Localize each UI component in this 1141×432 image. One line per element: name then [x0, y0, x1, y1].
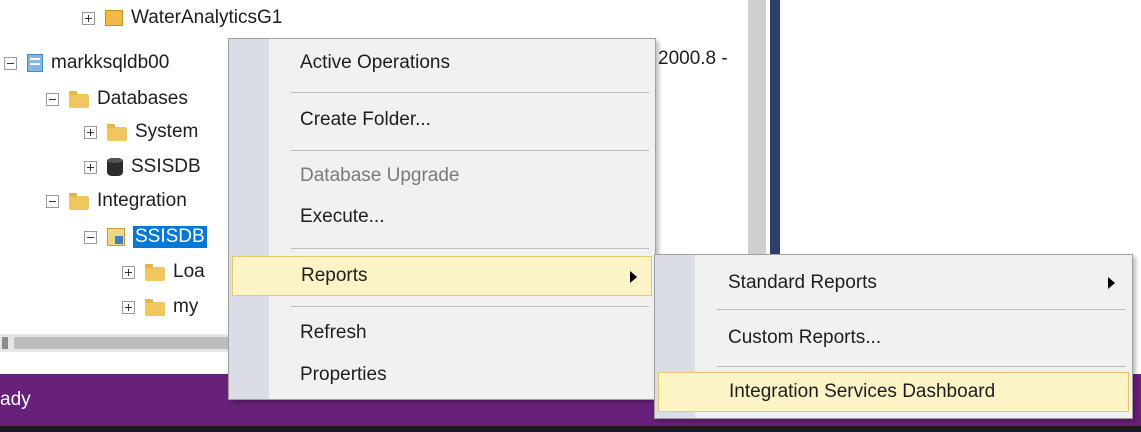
- tree-node-databases[interactable]: Databases: [46, 84, 188, 114]
- tree-node-label: Integration: [97, 190, 187, 211]
- tree-node-wateranalytics[interactable]: WaterAnalyticsG1: [82, 3, 282, 33]
- tree-node-label: System: [135, 121, 199, 142]
- tree-node-ssisdb-database[interactable]: SSISDB: [84, 152, 201, 182]
- folder-icon: [145, 298, 165, 316]
- folder-icon: [69, 90, 89, 108]
- menu-item-standard-reports[interactable]: Standard Reports: [658, 263, 1129, 303]
- menu-separator: [717, 309, 1126, 310]
- server-version-text: 2000.8 -: [658, 48, 728, 69]
- expand-icon[interactable]: [84, 160, 97, 174]
- tree-node-label: SSISDB: [131, 156, 201, 177]
- analysis-server-icon: [105, 10, 123, 26]
- menu-separator: [291, 306, 649, 307]
- status-bar-edge: [0, 426, 1141, 432]
- menu-item-active-operations[interactable]: Active Operations: [232, 43, 652, 83]
- scroll-left-icon[interactable]: [2, 337, 8, 349]
- folder-icon: [69, 192, 89, 210]
- tree-node-label: Databases: [97, 88, 188, 109]
- tree-node-label: SSISDB: [133, 226, 207, 248]
- expand-icon[interactable]: [122, 265, 135, 279]
- menu-item-create-folder[interactable]: Create Folder...: [232, 100, 652, 140]
- collapse-icon[interactable]: [46, 194, 59, 208]
- expand-icon[interactable]: [122, 300, 135, 314]
- collapse-icon[interactable]: [46, 92, 59, 106]
- menu-separator: [291, 150, 649, 151]
- tree-node-label: my: [173, 296, 199, 317]
- tree-node-label: WaterAnalyticsG1: [131, 7, 283, 28]
- status-text: ady: [0, 389, 31, 410]
- menu-separator: [717, 366, 1126, 367]
- menu-separator: [291, 248, 649, 249]
- tree-node-loa[interactable]: Loa: [122, 257, 205, 287]
- submenu-arrow-icon: [1108, 277, 1115, 289]
- database-icon: [107, 158, 123, 176]
- tree-node-label: Loa: [173, 261, 205, 282]
- expand-icon[interactable]: [84, 125, 97, 139]
- expand-icon[interactable]: [82, 11, 95, 25]
- tree-node-integration[interactable]: Integration: [46, 186, 187, 216]
- menu-item-execute[interactable]: Execute...: [232, 197, 652, 237]
- submenu-arrow-icon: [630, 271, 637, 283]
- context-menu: Active Operations Create Folder... Datab…: [228, 38, 656, 400]
- menu-item-reports[interactable]: Reports: [232, 256, 652, 296]
- tree-node-system[interactable]: System: [84, 117, 198, 147]
- menu-item-database-upgrade[interactable]: Database Upgrade: [232, 156, 652, 196]
- menu-item-integration-services-dashboard[interactable]: Integration Services Dashboard: [658, 372, 1129, 412]
- tree-node-label: markksqldb00: [51, 52, 170, 73]
- server-icon: [27, 54, 43, 72]
- scrollbar-thumb[interactable]: [14, 337, 234, 349]
- collapse-icon[interactable]: [4, 56, 17, 70]
- menu-item-properties[interactable]: Properties: [232, 355, 652, 395]
- menu-item-custom-reports[interactable]: Custom Reports...: [658, 318, 1129, 358]
- folder-icon: [107, 123, 127, 141]
- tree-node-my[interactable]: my: [122, 292, 198, 322]
- menu-separator: [291, 92, 649, 93]
- reports-submenu: Standard Reports Custom Reports... Integ…: [654, 254, 1133, 419]
- tree-node-server[interactable]: markksqldb00: [4, 48, 169, 78]
- catalog-icon: [107, 228, 125, 246]
- menu-item-refresh[interactable]: Refresh: [232, 313, 652, 353]
- collapse-icon[interactable]: [84, 230, 97, 244]
- tree-node-ssisdb-catalog[interactable]: SSISDB: [84, 222, 207, 252]
- folder-icon: [145, 263, 165, 281]
